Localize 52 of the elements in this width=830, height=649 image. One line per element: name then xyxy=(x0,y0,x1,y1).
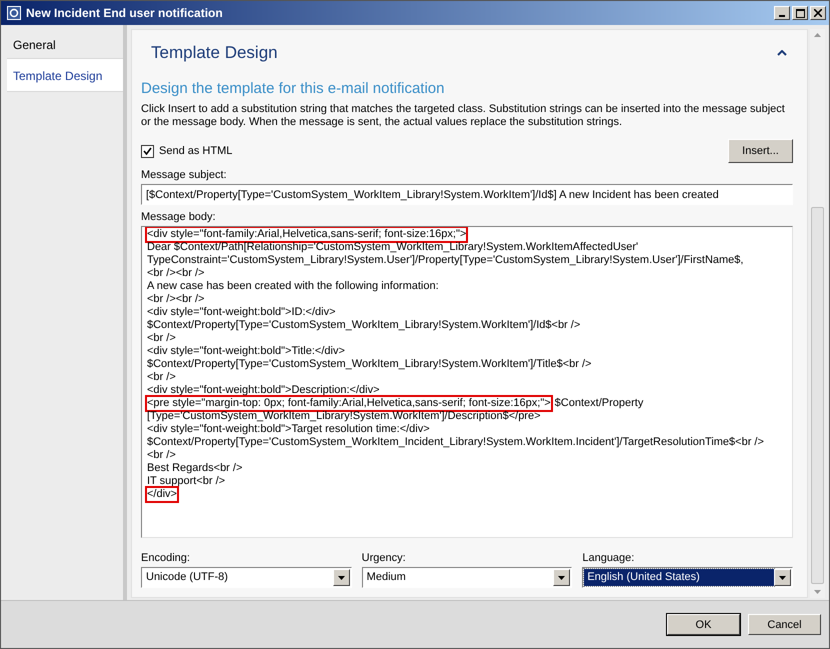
section-heading: Design the template for this e-mail notification xyxy=(141,80,446,97)
field-label: Urgency: xyxy=(362,552,407,564)
field-label: Message subject: xyxy=(141,169,228,181)
maximize-button[interactable] xyxy=(792,6,808,20)
code-text: TypeConstraint='CustomSystem_Library!System.User']/Property[Type='CustomSystem_Library!System.User']/FirstName$, xyxy=(146,253,744,268)
dropdown-arrow-icon xyxy=(338,576,345,580)
code-text: <br /> xyxy=(146,331,177,346)
code-text: $Context/Property[Type='CustomSystem_WorkItem_Library!System.WorkItem']/Title$<br /> xyxy=(146,357,592,372)
field-label: Language: xyxy=(582,552,636,564)
code-text: $Context/Property[Type='CustomSystem_WorkItem_Incident_Library!System.WorkItem.Incident']/TargetResolutionTime$<br /> xyxy=(146,435,765,450)
highlighted-code: <div style="font-family:Arial,Helvetica,sans-serif; font-size:16px;"> xyxy=(145,227,468,243)
sidebar-item[interactable]: Template Design xyxy=(7,59,123,92)
dropdown-arrow-icon xyxy=(558,576,566,580)
code-text: Dear $Context/Path[Relationship='CustomSystem_WorkItem_Library!System.WorkItemAffectedUser' xyxy=(146,240,640,254)
dropdown[interactable]: Medium xyxy=(362,567,572,588)
code-text: A new case has been created with the following information: xyxy=(146,279,440,294)
section-title: Template Design xyxy=(151,43,278,63)
code-text: <div style="font-weight:bold">Target resolution time:</div> xyxy=(146,422,431,436)
code-text: [Type='CustomSystem_WorkItem_Library!System.WorkItem']/Description$</pre> xyxy=(146,409,542,424)
cancel-button[interactable]: Cancel xyxy=(748,614,821,635)
close-button[interactable] xyxy=(810,6,826,20)
code-text: <br /> xyxy=(146,370,177,385)
code-text: <div style="font-weight:bold">Description:</div> xyxy=(146,383,381,398)
code-text: IT support<br /> xyxy=(146,474,226,489)
dropdown[interactable]: English (United States) xyxy=(582,567,794,588)
close-icon xyxy=(814,9,822,17)
code-text: $Context/Property xyxy=(554,396,644,411)
field-label: Message body: xyxy=(141,211,217,223)
maximize-icon xyxy=(796,8,804,18)
description-text: Click Insert to add a substitution string that matches the targeted class. Substitution strings can be inserted into the message subject or the message body. When the message is sent, the actual values replace the substitution strings. xyxy=(141,103,786,129)
checkbox-label: Send as HTML xyxy=(159,145,232,157)
code-text: <div style="font-weight:bold">ID:</div> xyxy=(146,305,336,320)
dropdown-arrow-icon xyxy=(779,576,786,580)
collapse-chevron-icon[interactable] xyxy=(777,50,787,56)
field-label: Encoding: xyxy=(141,552,191,564)
message-body-field[interactable] xyxy=(141,226,793,538)
window-title: New Incident End user notification xyxy=(26,6,224,20)
highlighted-code: <pre style="margin-top: 0px; font-family:Arial,Helvetica,sans-serif; font-size:16px;"> xyxy=(145,395,553,412)
subject-field[interactable]: [$Context/Property[Type='CustomSystem_WorkItem_Library!System.WorkItem']/Id$] A new Incident has been created xyxy=(141,184,793,205)
ok-button[interactable]: OK xyxy=(667,614,740,635)
minimize-button[interactable] xyxy=(774,6,790,20)
checkbox[interactable] xyxy=(141,144,154,158)
highlighted-code: </div> xyxy=(145,486,179,503)
code-text: Best Regards<br /> xyxy=(146,461,244,476)
code-text: <br /><br /> xyxy=(146,292,206,307)
code-text: <br /><br /> xyxy=(146,266,206,281)
code-text: $Context/Property[Type='CustomSystem_WorkItem_Library!System.WorkItem']/Id$<br /> xyxy=(146,318,582,333)
insert-button[interactable]: Insert... xyxy=(728,139,793,163)
code-text: <br /> xyxy=(146,448,177,463)
code-text: <div style="font-weight:bold">Title:</div> xyxy=(146,344,346,358)
dropdown[interactable]: Unicode (UTF-8) xyxy=(141,567,352,588)
app-icon xyxy=(7,6,21,20)
